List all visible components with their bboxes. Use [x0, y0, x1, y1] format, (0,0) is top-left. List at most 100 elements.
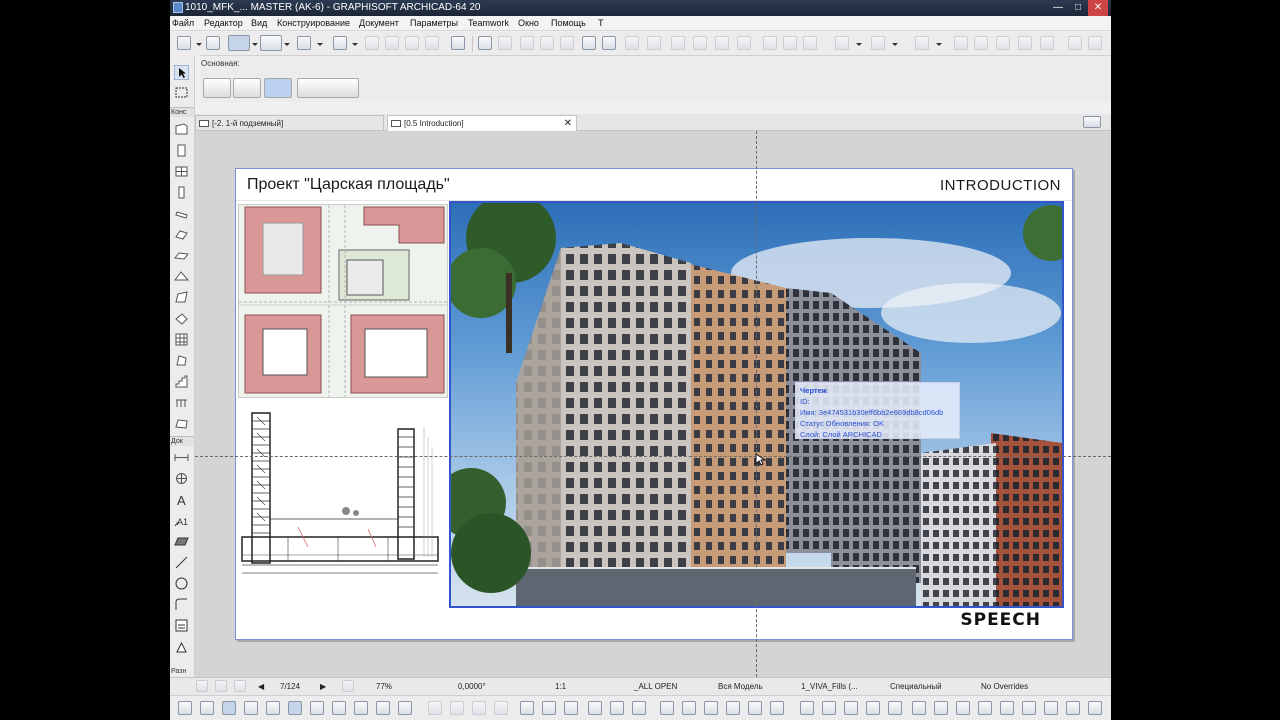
- line-tool[interactable]: [174, 555, 189, 570]
- graphic-overrides[interactable]: No Overrides: [981, 678, 1028, 695]
- display-order-icon[interactable]: [835, 36, 849, 50]
- structure-icon[interactable]: [354, 701, 368, 715]
- calculate-icon[interactable]: [748, 701, 762, 715]
- elevation-icon[interactable]: [996, 36, 1010, 50]
- curtain-wall-tool[interactable]: [174, 332, 189, 347]
- undo-zoom-icon[interactable]: [196, 680, 208, 692]
- pen-set[interactable]: 1_VIVA_Fills (...: [801, 678, 858, 695]
- menu-window[interactable]: Окно: [518, 16, 539, 31]
- target-icon[interactable]: [310, 701, 324, 715]
- chevron-down-icon[interactable]: [892, 43, 898, 46]
- grid-display-icon[interactable]: [222, 701, 236, 715]
- compare-icon[interactable]: [540, 36, 554, 50]
- open-project-icon[interactable]: [582, 36, 596, 50]
- fit-in-window-icon[interactable]: [398, 701, 412, 715]
- toolbox-section-design[interactable]: Конс: [170, 107, 194, 117]
- toolbox-section-more[interactable]: Разн: [170, 667, 194, 677]
- dimension-style[interactable]: Специальный: [890, 678, 942, 695]
- fillet-icon[interactable]: [715, 36, 729, 50]
- stair-tool[interactable]: [174, 374, 189, 389]
- collision-icon[interactable]: [1044, 701, 1058, 715]
- eyedropper-icon[interactable]: [770, 701, 784, 715]
- door-tool[interactable]: [174, 206, 189, 221]
- maximize-button[interactable]: □: [1068, 0, 1088, 16]
- arrange-icon[interactable]: [632, 701, 646, 715]
- shell-tool[interactable]: [174, 290, 189, 305]
- chevron-down-icon[interactable]: [856, 43, 862, 46]
- energy-icon[interactable]: [1022, 701, 1036, 715]
- publisher-icon[interactable]: [1066, 701, 1080, 715]
- window-tool[interactable]: [174, 185, 189, 200]
- chevron-down-icon[interactable]: [196, 43, 202, 46]
- menu-edit[interactable]: Редактор: [204, 16, 243, 31]
- zoom-in-icon[interactable]: [215, 680, 227, 692]
- explode-icon[interactable]: [332, 701, 346, 715]
- text-tool[interactable]: A: [174, 492, 189, 508]
- polyline-tool[interactable]: [174, 597, 189, 612]
- pick-up-icon[interactable]: [385, 36, 399, 50]
- worksheet-icon[interactable]: [1040, 36, 1054, 50]
- suspend-groups-icon[interactable]: [297, 36, 311, 50]
- rotate-method-button[interactable]: [233, 78, 261, 98]
- arc-tool[interactable]: [174, 576, 189, 591]
- section-icon[interactable]: [974, 36, 988, 50]
- menu-extra[interactable]: T: [598, 16, 604, 31]
- camera-icon[interactable]: [660, 701, 674, 715]
- new-file-icon[interactable]: [177, 36, 191, 50]
- interior-elevation-icon[interactable]: [1018, 36, 1032, 50]
- flip-icon[interactable]: [610, 701, 624, 715]
- close-tab-icon[interactable]: ✕: [564, 116, 572, 131]
- zoom-level[interactable]: 77%: [376, 678, 392, 695]
- slab-tool[interactable]: [174, 248, 189, 263]
- hotspot-icon[interactable]: [450, 701, 464, 715]
- figure-tool[interactable]: [174, 639, 189, 654]
- save-icon[interactable]: [602, 36, 616, 50]
- offset-icon[interactable]: [737, 36, 751, 50]
- zone-tool[interactable]: [174, 416, 189, 431]
- layout-canvas[interactable]: Проект "Царская площадь" INTRODUCTION SP…: [195, 131, 1111, 677]
- close-window-button[interactable]: ✕: [1088, 0, 1108, 16]
- next-page-icon[interactable]: ▶: [320, 678, 326, 695]
- menu-options[interactable]: Параметры: [410, 16, 458, 31]
- label-tool[interactable]: A1: [174, 513, 189, 528]
- open-icon[interactable]: [206, 36, 220, 50]
- wall-tool[interactable]: [174, 122, 189, 137]
- teamwork-icon[interactable]: [915, 36, 929, 50]
- copy-icon[interactable]: [822, 701, 836, 715]
- site-plan-drawing[interactable]: [238, 204, 448, 398]
- group-icon[interactable]: [803, 36, 817, 50]
- fill-bucket-icon[interactable]: [520, 701, 534, 715]
- chevron-down-icon[interactable]: [252, 43, 258, 46]
- organizer-icon[interactable]: [888, 701, 902, 715]
- guide-line-icon[interactable]: [260, 35, 282, 51]
- dimension-tool[interactable]: [174, 450, 189, 465]
- menu-document[interactable]: Документ: [359, 16, 399, 31]
- roof-tool[interactable]: [174, 269, 190, 284]
- model-view-option[interactable]: Вся Модель: [718, 678, 763, 695]
- menu-design[interactable]: Конструирование: [277, 16, 350, 31]
- light-icon[interactable]: [682, 701, 696, 715]
- toolbox-section-document[interactable]: Док: [170, 436, 194, 446]
- ruler-icon[interactable]: [244, 701, 258, 715]
- elevation-marker-icon[interactable]: [978, 701, 992, 715]
- navigator-icon[interactable]: [1083, 116, 1101, 128]
- layout-icon[interactable]: [871, 36, 885, 50]
- rotation-angle[interactable]: 0,0000°: [458, 678, 486, 695]
- undo-icon[interactable]: [1068, 36, 1082, 50]
- snap-icon[interactable]: [200, 701, 214, 715]
- tab-basement-plan[interactable]: [-2. 1-й подземный]: [195, 115, 384, 131]
- surface-icon[interactable]: [564, 701, 578, 715]
- trace-icon[interactable]: [498, 36, 512, 50]
- layer-combination[interactable]: _ALL OPEN: [634, 678, 677, 695]
- zoom-icon[interactable]: [342, 680, 354, 692]
- paste-icon[interactable]: [844, 701, 858, 715]
- menu-file[interactable]: Файл: [172, 16, 194, 31]
- lock-layer-icon[interactable]: [800, 701, 814, 715]
- properties-icon[interactable]: [912, 701, 926, 715]
- drawing-tool[interactable]: [174, 618, 189, 633]
- railing-tool[interactable]: [174, 395, 189, 410]
- zone-stamp-icon[interactable]: [956, 701, 970, 715]
- minimize-button[interactable]: —: [1048, 0, 1068, 16]
- lock-icon[interactable]: [425, 36, 439, 50]
- selection-method-button[interactable]: [297, 78, 359, 98]
